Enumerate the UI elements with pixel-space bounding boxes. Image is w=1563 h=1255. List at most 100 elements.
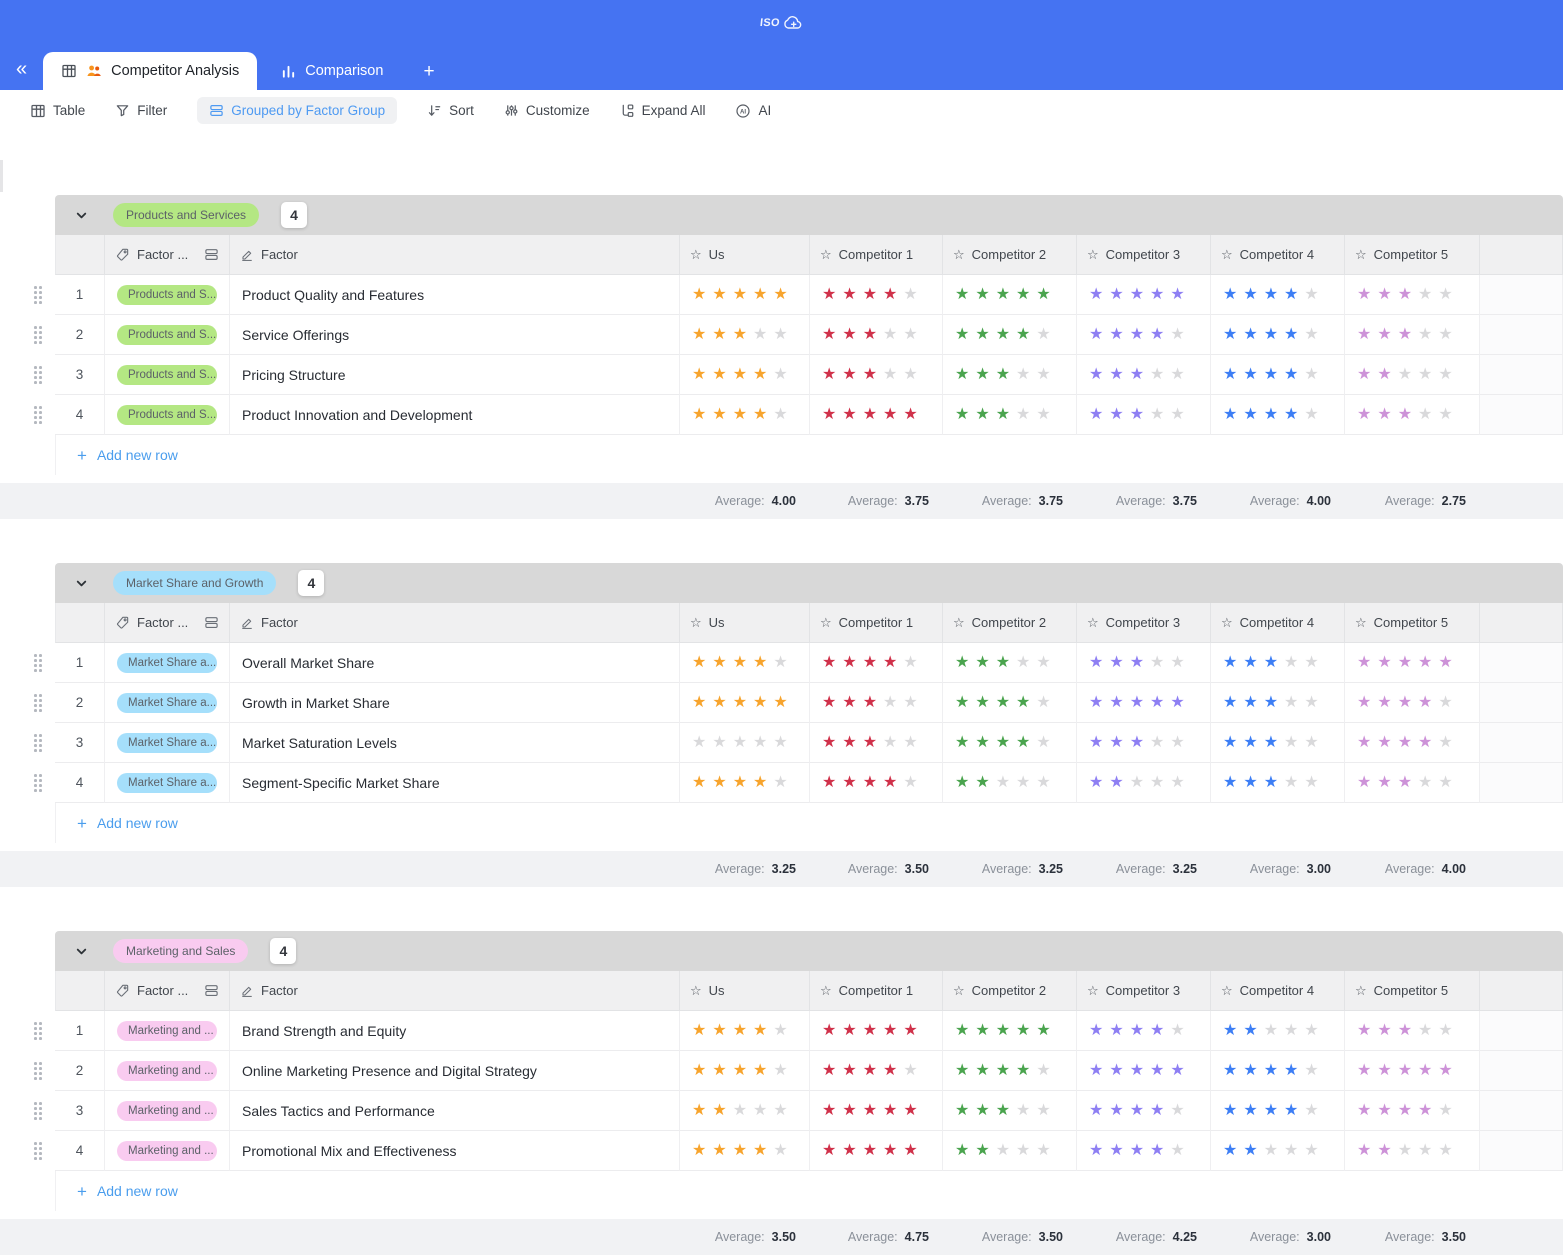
- star-filled-icon[interactable]: ★: [842, 694, 856, 711]
- star-empty-icon[interactable]: ★: [1170, 1022, 1184, 1039]
- star-empty-icon[interactable]: ★: [773, 1102, 787, 1119]
- star-filled-icon[interactable]: ★: [955, 326, 969, 343]
- star-empty-icon[interactable]: ★: [1304, 286, 1318, 303]
- star-empty-icon[interactable]: ★: [1150, 366, 1164, 383]
- rating-cell[interactable]: ★ ★ ★ ★ ★: [943, 763, 1077, 803]
- rating-cell[interactable]: ★ ★ ★ ★ ★: [1211, 315, 1345, 355]
- star-filled-icon[interactable]: ★: [733, 774, 747, 791]
- star-filled-icon[interactable]: ★: [842, 734, 856, 751]
- factor-group-cell[interactable]: Products and S...: [105, 355, 230, 395]
- star-empty-icon[interactable]: ★: [883, 734, 897, 751]
- star-empty-icon[interactable]: ★: [1170, 654, 1184, 671]
- star-empty-icon[interactable]: ★: [996, 774, 1010, 791]
- star-empty-icon[interactable]: ★: [1438, 406, 1452, 423]
- star-filled-icon[interactable]: ★: [996, 654, 1010, 671]
- chevron-down-icon[interactable]: [74, 576, 89, 591]
- star-filled-icon[interactable]: ★: [1243, 286, 1257, 303]
- star-filled-icon[interactable]: ★: [996, 734, 1010, 751]
- star-filled-icon[interactable]: ★: [1357, 1022, 1371, 1039]
- star-filled-icon[interactable]: ★: [1016, 1022, 1030, 1039]
- rating-cell[interactable]: ★ ★ ★ ★ ★: [1345, 1011, 1480, 1051]
- star-empty-icon[interactable]: ★: [1418, 326, 1432, 343]
- rating-cell[interactable]: ★ ★ ★ ★ ★: [1211, 1091, 1345, 1131]
- star-filled-icon[interactable]: ★: [1089, 286, 1103, 303]
- star-empty-icon[interactable]: ★: [1150, 406, 1164, 423]
- rating-cell[interactable]: ★ ★ ★ ★ ★: [943, 643, 1077, 683]
- rating-column-header[interactable]: ☆ Competitor 5: [1345, 603, 1480, 643]
- star-filled-icon[interactable]: ★: [733, 1022, 747, 1039]
- star-filled-icon[interactable]: ★: [1243, 774, 1257, 791]
- star-empty-icon[interactable]: ★: [1016, 1142, 1030, 1159]
- factor-cell[interactable]: Overall Market Share: [230, 643, 680, 683]
- drag-handle[interactable]: [34, 406, 42, 424]
- star-empty-icon[interactable]: ★: [1418, 286, 1432, 303]
- star-filled-icon[interactable]: ★: [822, 1062, 836, 1079]
- rating-cell[interactable]: ★ ★ ★ ★ ★: [1077, 1011, 1211, 1051]
- star-filled-icon[interactable]: ★: [903, 406, 917, 423]
- rating-cell[interactable]: ★ ★ ★ ★ ★: [1345, 315, 1480, 355]
- star-filled-icon[interactable]: ★: [1150, 1022, 1164, 1039]
- star-filled-icon[interactable]: ★: [1089, 1142, 1103, 1159]
- star-filled-icon[interactable]: ★: [1377, 774, 1391, 791]
- star-empty-icon[interactable]: ★: [1418, 774, 1432, 791]
- star-filled-icon[interactable]: ★: [1130, 286, 1144, 303]
- star-empty-icon[interactable]: ★: [1438, 286, 1452, 303]
- star-empty-icon[interactable]: ★: [753, 734, 767, 751]
- star-filled-icon[interactable]: ★: [996, 694, 1010, 711]
- factor-group-column-header[interactable]: Factor ...: [105, 971, 230, 1011]
- star-filled-icon[interactable]: ★: [883, 654, 897, 671]
- collapse-panel-icon[interactable]: «: [16, 59, 27, 79]
- star-empty-icon[interactable]: ★: [903, 286, 917, 303]
- chevron-down-icon[interactable]: [74, 208, 89, 223]
- star-filled-icon[interactable]: ★: [1398, 1062, 1412, 1079]
- factor-column-header[interactable]: Factor: [230, 603, 680, 643]
- rating-column-header[interactable]: ☆ Us: [680, 603, 810, 643]
- star-filled-icon[interactable]: ★: [1130, 654, 1144, 671]
- star-filled-icon[interactable]: ★: [1130, 406, 1144, 423]
- star-filled-icon[interactable]: ★: [822, 286, 836, 303]
- star-filled-icon[interactable]: ★: [883, 1102, 897, 1119]
- drag-handle[interactable]: [34, 326, 42, 344]
- star-empty-icon[interactable]: ★: [1036, 654, 1050, 671]
- star-filled-icon[interactable]: ★: [1264, 1062, 1278, 1079]
- star-filled-icon[interactable]: ★: [1357, 734, 1371, 751]
- star-empty-icon[interactable]: ★: [753, 326, 767, 343]
- rating-cell[interactable]: ★ ★ ★ ★ ★: [1211, 1011, 1345, 1051]
- table-view-button[interactable]: Table: [30, 103, 85, 119]
- star-filled-icon[interactable]: ★: [1243, 1022, 1257, 1039]
- factor-cell[interactable]: Product Quality and Features: [230, 275, 680, 315]
- star-filled-icon[interactable]: ★: [1398, 734, 1412, 751]
- factor-group-cell[interactable]: Marketing and ...: [105, 1131, 230, 1171]
- star-filled-icon[interactable]: ★: [955, 734, 969, 751]
- star-empty-icon[interactable]: ★: [1304, 366, 1318, 383]
- star-empty-icon[interactable]: ★: [1170, 326, 1184, 343]
- star-filled-icon[interactable]: ★: [692, 694, 706, 711]
- star-filled-icon[interactable]: ★: [1357, 774, 1371, 791]
- star-filled-icon[interactable]: ★: [903, 1142, 917, 1159]
- star-filled-icon[interactable]: ★: [1357, 406, 1371, 423]
- rating-cell[interactable]: ★ ★ ★ ★ ★: [680, 763, 810, 803]
- star-empty-icon[interactable]: ★: [773, 734, 787, 751]
- star-filled-icon[interactable]: ★: [1264, 366, 1278, 383]
- star-filled-icon[interactable]: ★: [1223, 1062, 1237, 1079]
- star-filled-icon[interactable]: ★: [692, 1142, 706, 1159]
- star-filled-icon[interactable]: ★: [1109, 326, 1123, 343]
- rating-cell[interactable]: ★ ★ ★ ★ ★: [1211, 643, 1345, 683]
- star-filled-icon[interactable]: ★: [1016, 694, 1030, 711]
- rating-cell[interactable]: ★ ★ ★ ★ ★: [680, 643, 810, 683]
- star-filled-icon[interactable]: ★: [1418, 694, 1432, 711]
- star-filled-icon[interactable]: ★: [822, 366, 836, 383]
- star-empty-icon[interactable]: ★: [1036, 774, 1050, 791]
- star-filled-icon[interactable]: ★: [692, 1022, 706, 1039]
- star-filled-icon[interactable]: ★: [1150, 326, 1164, 343]
- star-empty-icon[interactable]: ★: [1438, 366, 1452, 383]
- star-filled-icon[interactable]: ★: [1223, 286, 1237, 303]
- star-filled-icon[interactable]: ★: [1264, 734, 1278, 751]
- star-filled-icon[interactable]: ★: [1150, 1062, 1164, 1079]
- star-filled-icon[interactable]: ★: [1223, 774, 1237, 791]
- star-empty-icon[interactable]: ★: [773, 326, 787, 343]
- star-filled-icon[interactable]: ★: [955, 1022, 969, 1039]
- star-filled-icon[interactable]: ★: [1398, 326, 1412, 343]
- star-filled-icon[interactable]: ★: [863, 406, 877, 423]
- factor-cell[interactable]: Market Saturation Levels: [230, 723, 680, 763]
